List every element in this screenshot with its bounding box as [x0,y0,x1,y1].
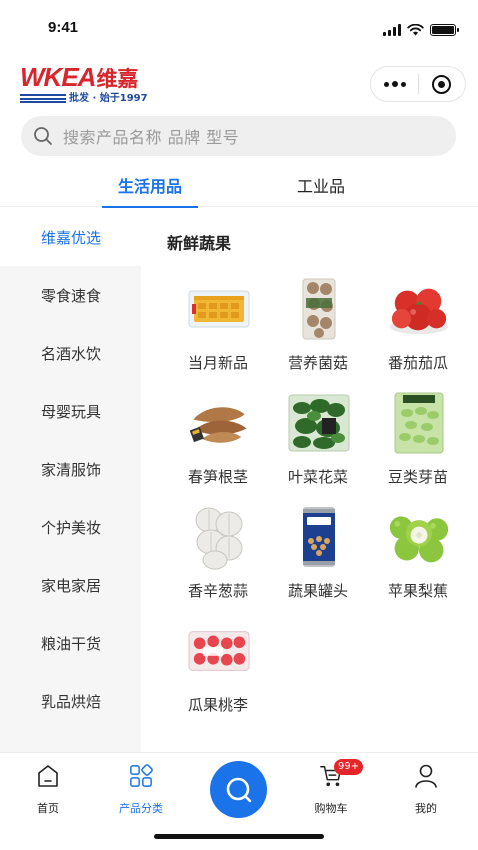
product-item[interactable]: 香辛葱蒜 [167,504,269,614]
sidebar-item-weijia-selection[interactable]: 维嘉优选 [0,208,141,266]
signal-icon [383,24,401,36]
sidebar-item-label: 粮油干货 [41,634,102,653]
sidebar-item-cleaning-apparel[interactable]: 家清服饰 [0,440,141,498]
tab-industrial[interactable]: 工业品 [278,163,364,207]
product-item[interactable]: 当月新品 [167,276,269,386]
logo-tagline: 批发 · 始于1997 [69,93,148,104]
sidebar-item-label: 家清服饰 [41,460,102,479]
search-bar[interactable]: 搜索产品名称 品牌 型号 [21,116,456,156]
nav-profile[interactable]: 我的 [386,753,466,823]
status-icons [383,24,459,36]
sidebar-item-label: 名酒水饮 [41,344,102,363]
logo-brand-en: WKEA [20,62,96,92]
sidebar-item-label: 母婴玩具 [41,402,102,421]
leafy-greens-bag-image [288,390,350,456]
sidebar-item-drinks[interactable]: 名酒水饮 [0,324,141,382]
product-name: 瓜果桃李 [187,696,248,714]
mini-program-capsule [370,66,466,102]
product-name: 春笋根茎 [187,468,248,486]
garlic-image [188,504,250,570]
tomatoes-image [388,276,450,342]
status-bar: 9:41 [0,0,478,56]
bottom-nav: 首页 产品分类 购物车 99+ 我的 [0,752,478,822]
tab-label: 工业品 [296,177,345,196]
product-name: 营养菌菇 [287,354,348,372]
sidebar: 维嘉优选 零食速食 名酒水饮 母婴玩具 家清服饰 个护美妆 家电家居 粮油干货 … [0,208,141,752]
home-indicator [154,834,324,839]
product-item[interactable]: 番茄茄瓜 [367,276,469,386]
green-apples-image [388,504,450,570]
product-item[interactable]: 春笋根茎 [167,390,269,500]
category-tabs: 生活用品 工业品 [0,163,478,208]
product-item[interactable]: 瓜果桃李 [167,618,269,728]
product-item[interactable]: 营养菌菇 [267,276,369,386]
search-icon [34,127,52,145]
product-name: 蔬果罐头 [287,582,348,600]
product-name: 香辛葱蒜 [187,582,248,600]
yams-roots-image [188,390,250,456]
sidebar-item-baby-toys[interactable]: 母婴玩具 [0,382,141,440]
header: WKEA 维嘉 批发 · 始于1997 [0,56,478,112]
sidebar-item-label: 乳品烘焙 [41,692,102,711]
section-title: 新鲜蔬果 [167,234,232,253]
nav-category[interactable]: 产品分类 [101,753,181,823]
brand-logo: WKEA 维嘉 批发 · 始于1997 [20,64,165,104]
sidebar-item-appliances-home[interactable]: 家电家居 [0,556,141,614]
status-time: 9:41 [48,19,79,36]
logo-brand-cn: 维嘉 [96,67,139,91]
more-dots-icon[interactable] [371,67,418,101]
home-icon [36,763,60,789]
wifi-icon [407,24,424,36]
product-name: 豆类芽苗 [387,468,448,486]
packaged-fruit-tray-image [188,276,250,342]
canned-beans-image [288,504,350,570]
beans-bag-image [388,390,450,456]
nav-label: 购物车 [314,802,348,815]
search-placeholder: 搜索产品名称 品牌 型号 [63,128,240,147]
product-item[interactable]: 豆类芽苗 [367,390,469,500]
sidebar-item-dairy-bakery[interactable]: 乳品烘焙 [0,672,141,730]
nav-label: 产品分类 [119,802,163,815]
tab-label: 生活用品 [117,177,182,196]
battery-icon [430,24,459,36]
nav-label: 我的 [415,802,437,815]
scan-search-icon [226,777,251,802]
sidebar-item-personal-care[interactable]: 个护美妆 [0,498,141,556]
product-name: 当月新品 [187,354,248,372]
tab-daily-goods[interactable]: 生活用品 [102,163,198,208]
sidebar-item-snacks[interactable]: 零食速食 [0,266,141,324]
mushroom-pack-image [288,276,350,342]
strawberry-tray-image [188,618,250,684]
scan-search-button[interactable] [210,761,267,818]
product-item[interactable]: 苹果梨蕉 [367,504,469,614]
sidebar-item-grain-oil[interactable]: 粮油干货 [0,614,141,672]
target-icon[interactable] [419,67,465,101]
product-name: 苹果梨蕉 [387,582,448,600]
sidebar-item-label: 维嘉优选 [41,228,102,247]
nav-label: 首页 [37,802,59,815]
product-item[interactable]: 叶菜花菜 [267,390,369,500]
logo-stripes [20,94,66,103]
cart-count-badge: 99+ [334,759,364,775]
product-name: 番茄茄瓜 [387,354,448,372]
nav-home[interactable]: 首页 [8,753,88,823]
product-panel: 新鲜蔬果 当月新品 营养菌菇 番茄茄瓜 春笋根茎 叶菜花菜 豆类芽苗 香辛葱蒜 … [141,208,478,752]
sidebar-item-label: 家电家居 [41,576,102,595]
category-icon [129,763,153,789]
sidebar-item-label: 个护美妆 [41,518,102,537]
product-name: 叶菜花菜 [287,468,348,486]
user-icon [414,763,438,789]
sidebar-item-label: 零食速食 [41,286,102,305]
product-item[interactable]: 蔬果罐头 [267,504,369,614]
